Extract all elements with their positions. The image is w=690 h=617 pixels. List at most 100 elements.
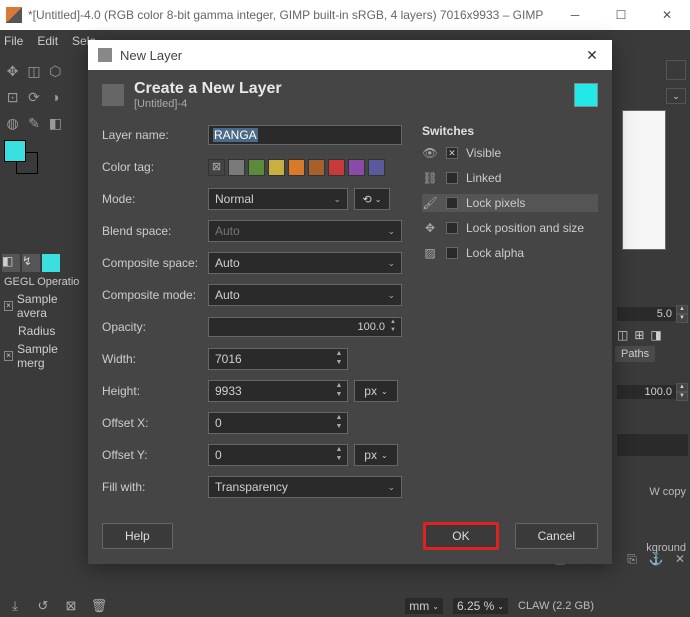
delete-icon[interactable]: 🗑 (90, 597, 108, 615)
width-input[interactable]: 7016▲▼ (208, 348, 348, 370)
maximize-button[interactable]: ☐ (598, 0, 644, 30)
zoom-spinner[interactable]: 5.0 ▲▼ (617, 304, 688, 324)
eye-icon: 👁 (422, 145, 438, 161)
form-left: Layer name: RANGA Color tag: ⊠ (102, 124, 402, 508)
anchor-layer-icon[interactable]: ⚓ (648, 551, 664, 567)
delete-layer-icon[interactable]: ✕ (672, 551, 688, 567)
dock-icon-2[interactable]: ⊞ (634, 328, 644, 342)
zoom-dropdown[interactable]: 6.25 %⌄ (453, 598, 508, 614)
statusbar: ⤓ ↺ ⊠ 🗑 mm⌄ 6.25 %⌄ CLAW (2.2 GB) (0, 595, 690, 617)
fg-bg-colors[interactable] (4, 140, 44, 180)
minimize-button[interactable]: ─ (552, 0, 598, 30)
close-window-button[interactable]: ✕ (644, 0, 690, 30)
opacity-slider[interactable]: 100.0 ▲▼ (208, 317, 402, 337)
layer-name-input[interactable]: RANGA (208, 125, 402, 145)
color-tag-option[interactable] (228, 159, 245, 176)
width-label: Width: (102, 352, 208, 366)
crop-tool-icon[interactable]: ⊡ (4, 86, 21, 108)
switches-panel: Switches 👁 ✕ Visible ⛓ Linked 🖌 Lock pix… (422, 124, 598, 508)
offset-x-input[interactable]: 0▲▼ (208, 412, 348, 434)
lock-alpha-checkbox[interactable] (446, 247, 458, 259)
color-tag-none[interactable]: ⊠ (208, 159, 225, 176)
offset-unit-select[interactable]: px⌄ (354, 444, 398, 466)
dialog-header: Create a New Layer [Untitled]-4 (88, 70, 612, 120)
new-layer-dialog: New Layer ✕ Create a New Layer [Untitled… (88, 40, 612, 564)
mode-select[interactable]: Normal⌄ (208, 188, 348, 210)
gegl-label: GEGL Operatio (0, 274, 85, 290)
dialog-subheading: [Untitled]-4 (134, 98, 564, 110)
spin-down-icon[interactable]: ▼ (676, 392, 688, 401)
cancel-button[interactable]: Cancel (515, 523, 598, 549)
close-icon[interactable]: ⊠ (62, 597, 80, 615)
color-tag-option[interactable] (348, 159, 365, 176)
spin-value-2[interactable]: 100.0 (617, 385, 676, 399)
menu-edit[interactable]: Edit (37, 34, 58, 48)
dock-menu-icon[interactable]: ⌄ (666, 88, 686, 104)
offset-y-input[interactable]: 0▲▼ (208, 444, 348, 466)
revert-icon[interactable]: ↺ (34, 597, 52, 615)
color-tag-option[interactable] (268, 159, 285, 176)
composite-space-select[interactable]: Auto⌄ (208, 252, 402, 274)
sample-merged-label: Sample merg (17, 342, 81, 370)
tool-options-panel: ◧ ↯ GEGL Operatio × Sample avera Radius … (0, 252, 85, 372)
eraser-tool-icon[interactable]: ◧ (47, 112, 64, 134)
layer-item[interactable] (617, 434, 688, 456)
size-unit-select[interactable]: px⌄ (354, 380, 398, 402)
color-tag-option[interactable] (328, 159, 345, 176)
blend-space-label: Blend space: (102, 224, 208, 238)
spin-down-icon[interactable]: ▼ (676, 314, 688, 323)
color-tag-option[interactable] (368, 159, 385, 176)
options-tab-icon[interactable]: ◧ (2, 254, 20, 272)
dialog-close-button[interactable]: ✕ (582, 45, 602, 65)
move-tool-icon[interactable]: ✥ (4, 60, 21, 82)
spin-up-icon[interactable]: ▲ (387, 319, 399, 327)
options-tab-icon-2[interactable]: ↯ (22, 254, 40, 272)
options-tab-icon-3[interactable] (42, 254, 60, 272)
help-button[interactable]: Help (102, 523, 173, 549)
fg-color-swatch[interactable] (4, 140, 26, 162)
visible-checkbox[interactable]: ✕ (446, 147, 458, 159)
lock-pixels-label: Lock pixels (466, 196, 525, 210)
transform-tool-icon[interactable]: ⟳ (25, 86, 42, 108)
close-option-icon-2[interactable]: × (4, 351, 13, 361)
layer-icon (102, 84, 124, 106)
bucket-tool-icon[interactable]: ◍ (4, 112, 21, 134)
link-icon: ⛓ (422, 170, 438, 186)
spin-up-icon[interactable]: ▲ (676, 383, 688, 392)
composite-mode-select[interactable]: Auto⌄ (208, 284, 402, 306)
ok-button[interactable]: OK (423, 522, 498, 550)
lock-position-checkbox[interactable] (446, 222, 458, 234)
dock-icon-3[interactable]: ◨ (650, 328, 661, 342)
duplicate-layer-icon[interactable]: ⎘ (624, 551, 640, 567)
dock-icon[interactable]: ◫ (617, 328, 628, 342)
close-option-icon[interactable]: × (4, 301, 13, 311)
lock-position-label: Lock position and size (466, 221, 584, 235)
unit-dropdown[interactable]: mm⌄ (405, 598, 443, 614)
mode-reset-button[interactable]: ⟲ ⌄ (354, 188, 390, 210)
offset-x-label: Offset X: (102, 416, 208, 430)
color-tag-option[interactable] (288, 159, 305, 176)
color-tag-option[interactable] (248, 159, 265, 176)
dialog-heading: Create a New Layer (134, 80, 564, 98)
flip-tool-icon[interactable]: ◑ (47, 86, 64, 108)
save-icon[interactable]: ⤓ (6, 597, 24, 615)
move-icon: ✥ (422, 220, 438, 236)
color-tag-option[interactable] (308, 159, 325, 176)
menu-file[interactable]: File (4, 34, 23, 48)
spin-down-icon[interactable]: ▼ (387, 327, 399, 335)
navigation-thumbnail[interactable] (622, 110, 666, 250)
spin-up-icon[interactable]: ▲ (676, 305, 688, 314)
dock-tab-icon[interactable] (666, 60, 686, 80)
fill-with-select[interactable]: Transparency⌄ (208, 476, 402, 498)
linked-checkbox[interactable] (446, 172, 458, 184)
window-title: *[Untitled]-4.0 (RGB color 8-bit gamma i… (28, 8, 552, 22)
tab-paths[interactable]: Paths (615, 346, 655, 362)
spin-value[interactable]: 5.0 (617, 307, 676, 321)
lock-pixels-checkbox[interactable] (446, 197, 458, 209)
brush-tool-icon[interactable]: ✎ (25, 112, 42, 134)
opacity-spinner[interactable]: 100.0 ▲▼ (617, 382, 688, 402)
height-input[interactable]: 9933▲▼ (208, 380, 348, 402)
lasso-tool-icon[interactable]: ⬡ (47, 60, 64, 82)
select-tool-icon[interactable]: ◫ (25, 60, 42, 82)
blend-space-select[interactable]: Auto⌄ (208, 220, 402, 242)
